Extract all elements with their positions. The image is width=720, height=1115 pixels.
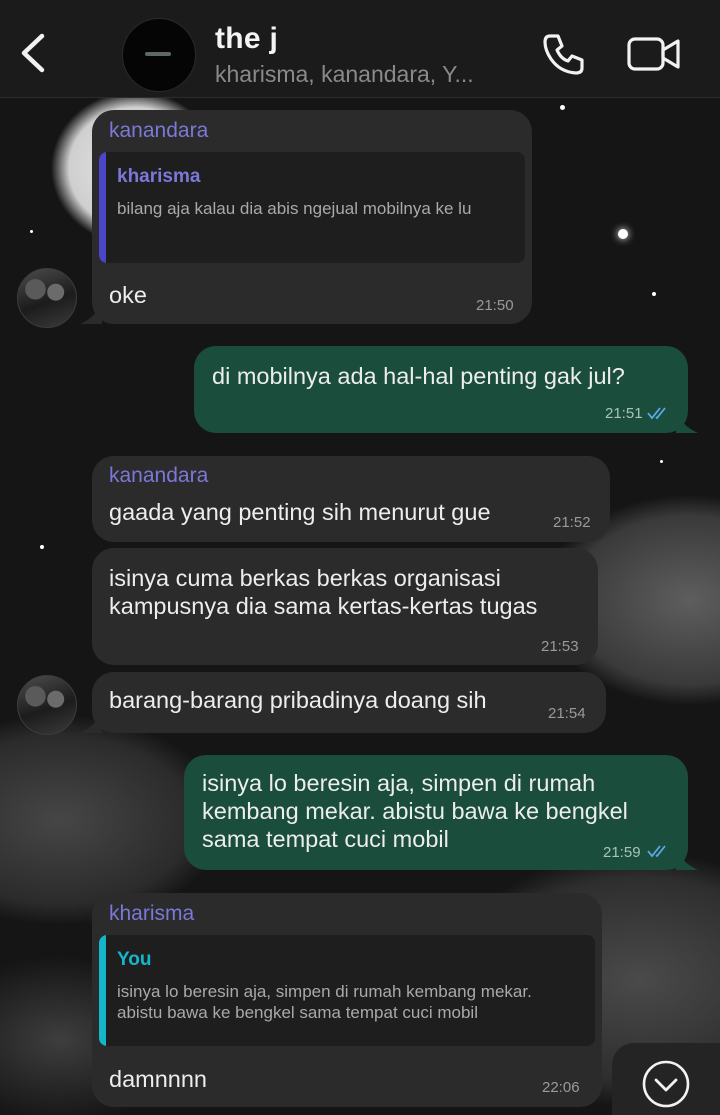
- quote-text: isinya lo beresin aja, simpen di rumah k…: [117, 982, 532, 1022]
- message-text: oke: [109, 282, 147, 308]
- video-camera-icon: [627, 37, 680, 71]
- message-text: isinya lo beresin aja, simpen di rumah k…: [202, 770, 628, 852]
- message-bubble[interactable]: di mobilnya ada hal-hal penting gak jul?…: [194, 346, 688, 433]
- chat-participants[interactable]: kharisma, kanandara, Y...: [215, 61, 525, 88]
- message-bubble[interactable]: kharisma You isinya lo beresin aja, simp…: [92, 893, 602, 1107]
- message-text: isinya cuma berkas berkas organisasi kam…: [109, 565, 538, 619]
- message-text: gaada yang penting sih menurut gue: [109, 499, 491, 525]
- group-avatar[interactable]: [122, 18, 196, 92]
- read-receipt-icon: [647, 407, 666, 420]
- message-time: 21:52: [553, 514, 591, 531]
- quote-text: bilang aja kalau dia abis ngejual mobiln…: [117, 199, 472, 218]
- wallpaper-star: [652, 292, 656, 296]
- message-time: 21:59: [603, 844, 641, 861]
- sender-name: kanandara: [109, 119, 209, 142]
- voice-call-button[interactable]: [540, 30, 588, 78]
- quote-bar: [99, 935, 106, 1046]
- back-button[interactable]: [14, 28, 54, 78]
- chevron-down-circle-icon: [642, 1060, 690, 1108]
- message-text: barang-barang pribadinya doang sih: [109, 687, 487, 713]
- wallpaper-star: [560, 105, 565, 110]
- message-bubble[interactable]: kanandara kharisma bilang aja kalau dia …: [92, 110, 532, 324]
- wallpaper-star: [660, 460, 663, 463]
- message-bubble[interactable]: isinya lo beresin aja, simpen di rumah k…: [184, 755, 688, 870]
- quote-bar: [99, 152, 106, 263]
- quoted-message[interactable]: kharisma bilang aja kalau dia abis ngeju…: [99, 152, 525, 263]
- message-text: di mobilnya ada hal-hal penting gak jul?: [212, 363, 625, 389]
- chevron-left-icon: [21, 33, 45, 73]
- message-time: 21:50: [476, 297, 514, 314]
- message-time: 22:06: [542, 1079, 580, 1096]
- read-receipt-icon: [647, 845, 666, 858]
- message-bubble[interactable]: kanandara gaada yang penting sih menurut…: [92, 456, 610, 542]
- message-time: 21:53: [541, 638, 579, 655]
- phone-icon: [543, 34, 584, 75]
- message-text: damnnnn: [109, 1066, 207, 1092]
- chat-title[interactable]: the j: [215, 22, 278, 56]
- wallpaper-star: [40, 545, 44, 549]
- sender-name: kanandara: [109, 464, 209, 487]
- message-time: 21:51: [605, 405, 643, 422]
- quote-author: You: [117, 949, 152, 970]
- wallpaper-star: [30, 230, 33, 233]
- message-time: 21:54: [548, 705, 586, 722]
- wallpaper-star: [618, 229, 628, 239]
- kanandara-avatar[interactable]: [17, 675, 77, 735]
- chat-header: the j kharisma, kanandara, Y...: [0, 0, 720, 98]
- quote-author: kharisma: [117, 166, 201, 187]
- message-bubble[interactable]: isinya cuma berkas berkas organisasi kam…: [92, 548, 598, 665]
- kanandara-avatar[interactable]: [17, 268, 77, 328]
- quoted-message[interactable]: You isinya lo beresin aja, simpen di rum…: [99, 935, 595, 1046]
- video-call-button[interactable]: [626, 34, 682, 74]
- scroll-to-bottom-button[interactable]: [612, 1043, 720, 1115]
- message-bubble[interactable]: barang-barang pribadinya doang sih 21:54: [92, 672, 606, 733]
- sender-name: kharisma: [109, 902, 195, 925]
